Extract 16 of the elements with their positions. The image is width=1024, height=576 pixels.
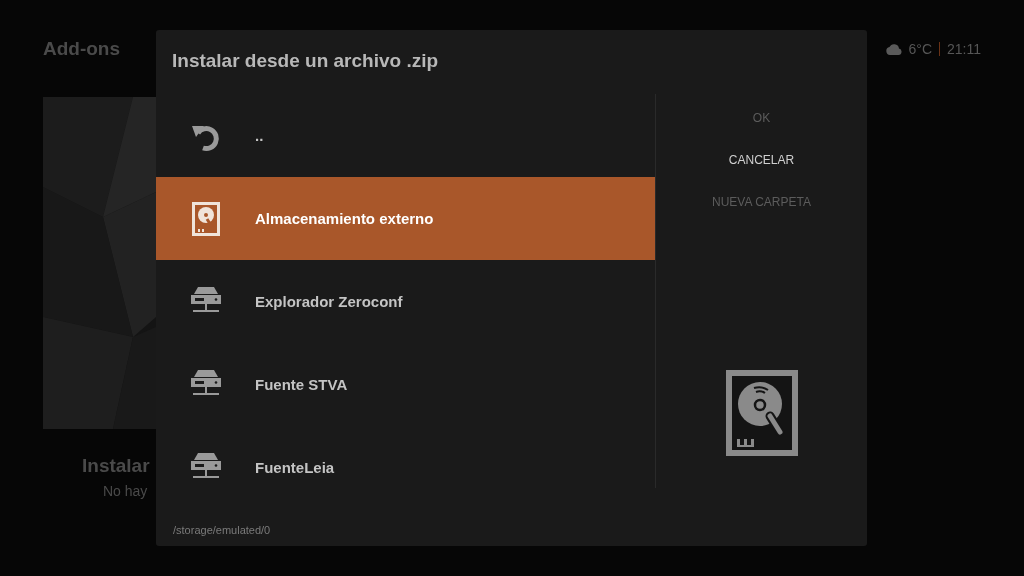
- card-title: Instalar: [82, 455, 150, 477]
- list-item[interactable]: Almacenamiento externo: [156, 177, 655, 260]
- hard-drive-icon: [191, 201, 220, 236]
- list-item[interactable]: Explorador Zeroconf: [156, 260, 655, 343]
- dialog-button[interactable]: CANCELAR: [720, 142, 803, 178]
- list-item[interactable]: Fuente STVA: [156, 343, 655, 426]
- clock-time: 21:11: [947, 41, 981, 57]
- current-path: /storage/emulated/0: [172, 524, 272, 538]
- card-subtitle: No hay: [103, 483, 148, 499]
- dialog-title: Instalar desde un archivo .zip: [171, 49, 440, 73]
- list-item[interactable]: ..: [156, 94, 655, 177]
- temperature: 6°C: [908, 41, 932, 57]
- list-item[interactable]: FuenteLeia: [156, 426, 655, 509]
- cloud-icon: [885, 43, 902, 55]
- page-title: Add-ons: [43, 38, 121, 60]
- hard-drive-icon: [725, 370, 798, 456]
